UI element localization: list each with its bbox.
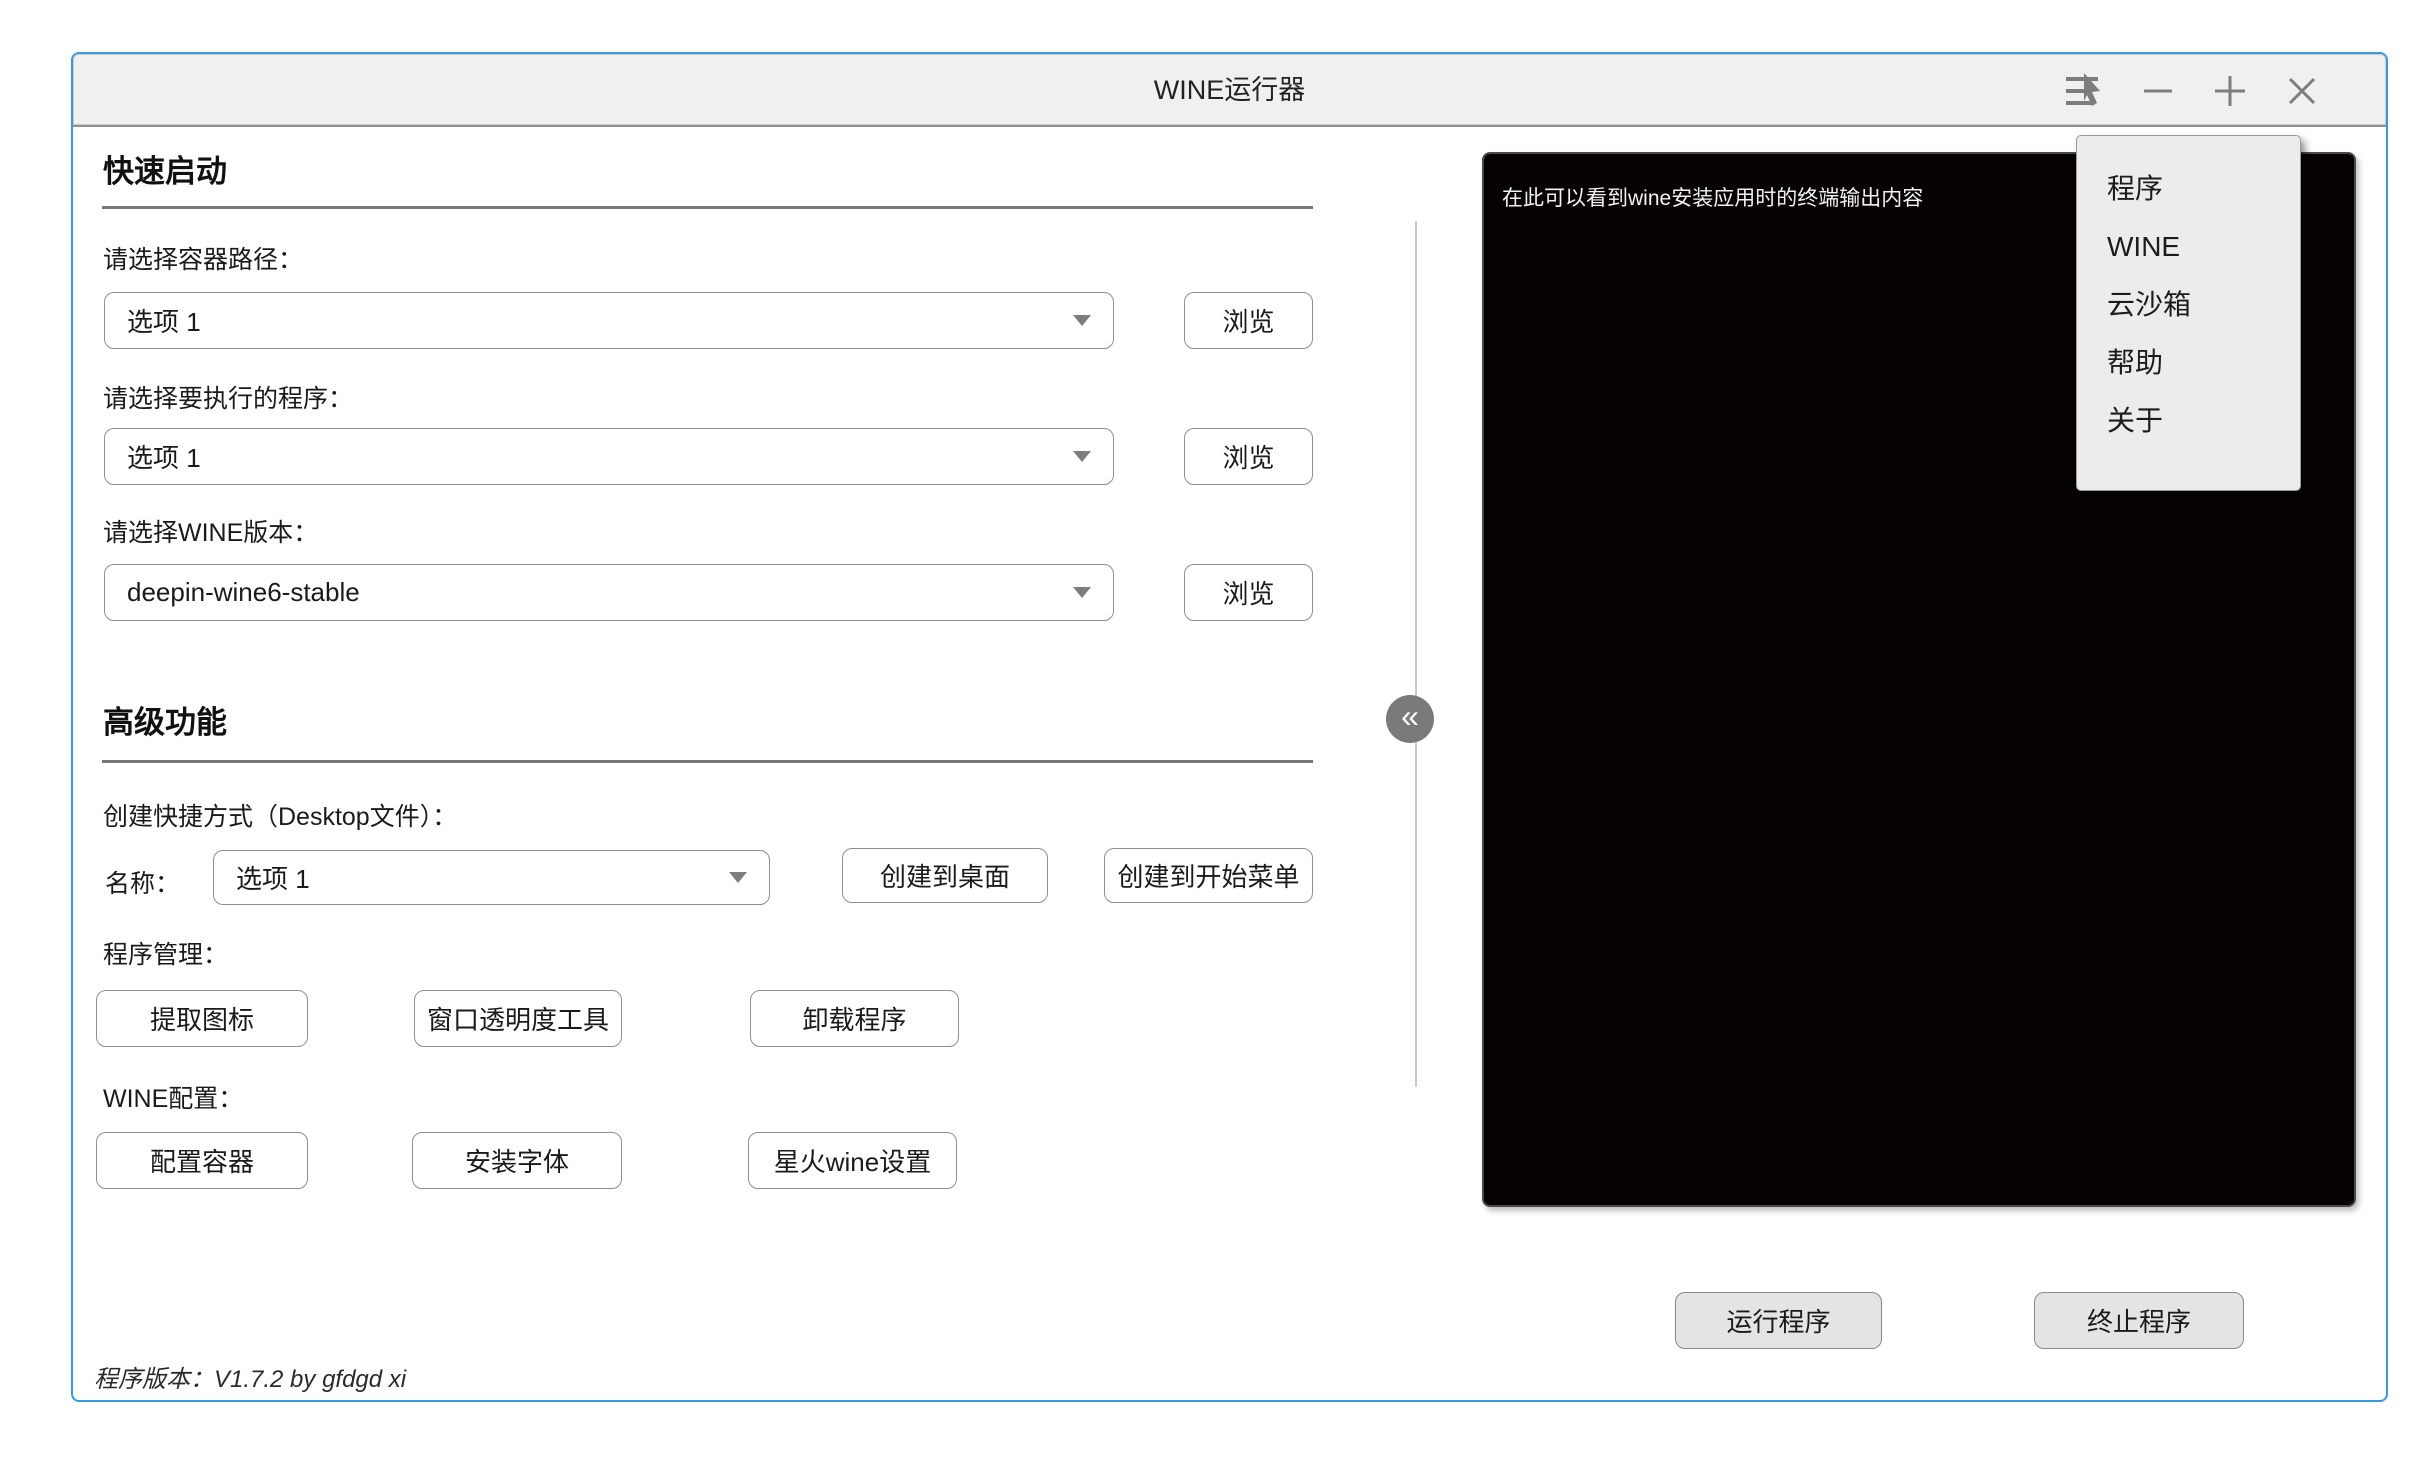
extract-icon-button[interactable]: 提取图标 [96,990,308,1047]
menu-item-about[interactable]: 关于 [2077,392,2300,450]
menu-cursor-icon [2064,71,2108,111]
menu-item-cloud-sandbox[interactable]: 云沙箱 [2077,276,2300,334]
window-title: WINE运行器 [73,54,2386,127]
program-label: 请选择要执行的程序： [103,379,353,415]
create-startmenu-shortcut-button[interactable]: 创建到开始菜单 [1104,848,1313,903]
window-opacity-tool-button[interactable]: 窗口透明度工具 [414,990,622,1047]
window-controls [2064,54,2324,127]
spark-wine-settings-button[interactable]: 星火wine设置 [748,1132,957,1189]
chevron-down-icon [1073,587,1091,598]
program-mgmt-label: 程序管理： [103,935,228,971]
panel-divider [1415,221,1417,1087]
shortcut-label: 创建快捷方式（Desktop文件）： [103,797,457,833]
double-chevron-left-icon: « [1401,700,1419,732]
quick-start-divider [102,206,1313,209]
menu-item-program[interactable]: 程序 [2077,160,2300,218]
app-window: WINE运行器 [71,52,2388,1402]
shortcut-name-value: 选项 1 [236,859,729,896]
wine-config-label: WINE配置： [103,1079,243,1115]
wine-version-browse-button[interactable]: 浏览 [1184,564,1313,621]
shortcut-name-label: 名称： [105,864,180,900]
chevron-down-icon [1073,451,1091,462]
close-button[interactable] [2280,69,2324,113]
create-desktop-shortcut-button[interactable]: 创建到桌面 [842,848,1048,903]
container-path-label: 请选择容器路径： [103,240,303,276]
main-menu-button[interactable] [2064,69,2108,113]
collapse-panel-button[interactable]: « [1386,695,1434,743]
install-fonts-button[interactable]: 安装字体 [412,1132,622,1189]
app-version-text: 程序版本：V1.7.2 by gfdgd xi [94,1359,406,1394]
container-path-value: 选项 1 [127,302,1073,339]
container-path-browse-button[interactable]: 浏览 [1184,292,1313,349]
main-menu-popup: 程序 WINE 云沙箱 帮助 关于 [2076,135,2301,491]
stop-program-button[interactable]: 终止程序 [2034,1292,2244,1349]
run-program-button[interactable]: 运行程序 [1675,1292,1882,1349]
titlebar[interactable]: WINE运行器 [73,54,2386,127]
wine-version-value: deepin-wine6-stable [127,577,1073,608]
maximize-plus-icon [2213,74,2247,108]
advanced-divider [102,760,1313,763]
minimize-icon [2142,75,2174,107]
menu-item-wine[interactable]: WINE [2077,218,2300,276]
chevron-down-icon [1073,315,1091,326]
wine-version-label: 请选择WINE版本： [103,513,318,549]
program-select[interactable]: 选项 1 [104,428,1114,485]
close-icon [2287,76,2317,106]
program-value: 选项 1 [127,438,1073,475]
shortcut-name-select[interactable]: 选项 1 [213,850,770,905]
quick-start-heading: 快速启动 [103,146,227,191]
configure-container-button[interactable]: 配置容器 [96,1132,308,1189]
program-browse-button[interactable]: 浏览 [1184,428,1313,485]
menu-item-help[interactable]: 帮助 [2077,334,2300,392]
minimize-button[interactable] [2136,69,2180,113]
wine-version-select[interactable]: deepin-wine6-stable [104,564,1114,621]
advanced-heading: 高级功能 [103,697,227,742]
maximize-button[interactable] [2208,69,2252,113]
container-path-select[interactable]: 选项 1 [104,292,1114,349]
uninstall-program-button[interactable]: 卸载程序 [750,990,959,1047]
chevron-down-icon [729,872,747,883]
